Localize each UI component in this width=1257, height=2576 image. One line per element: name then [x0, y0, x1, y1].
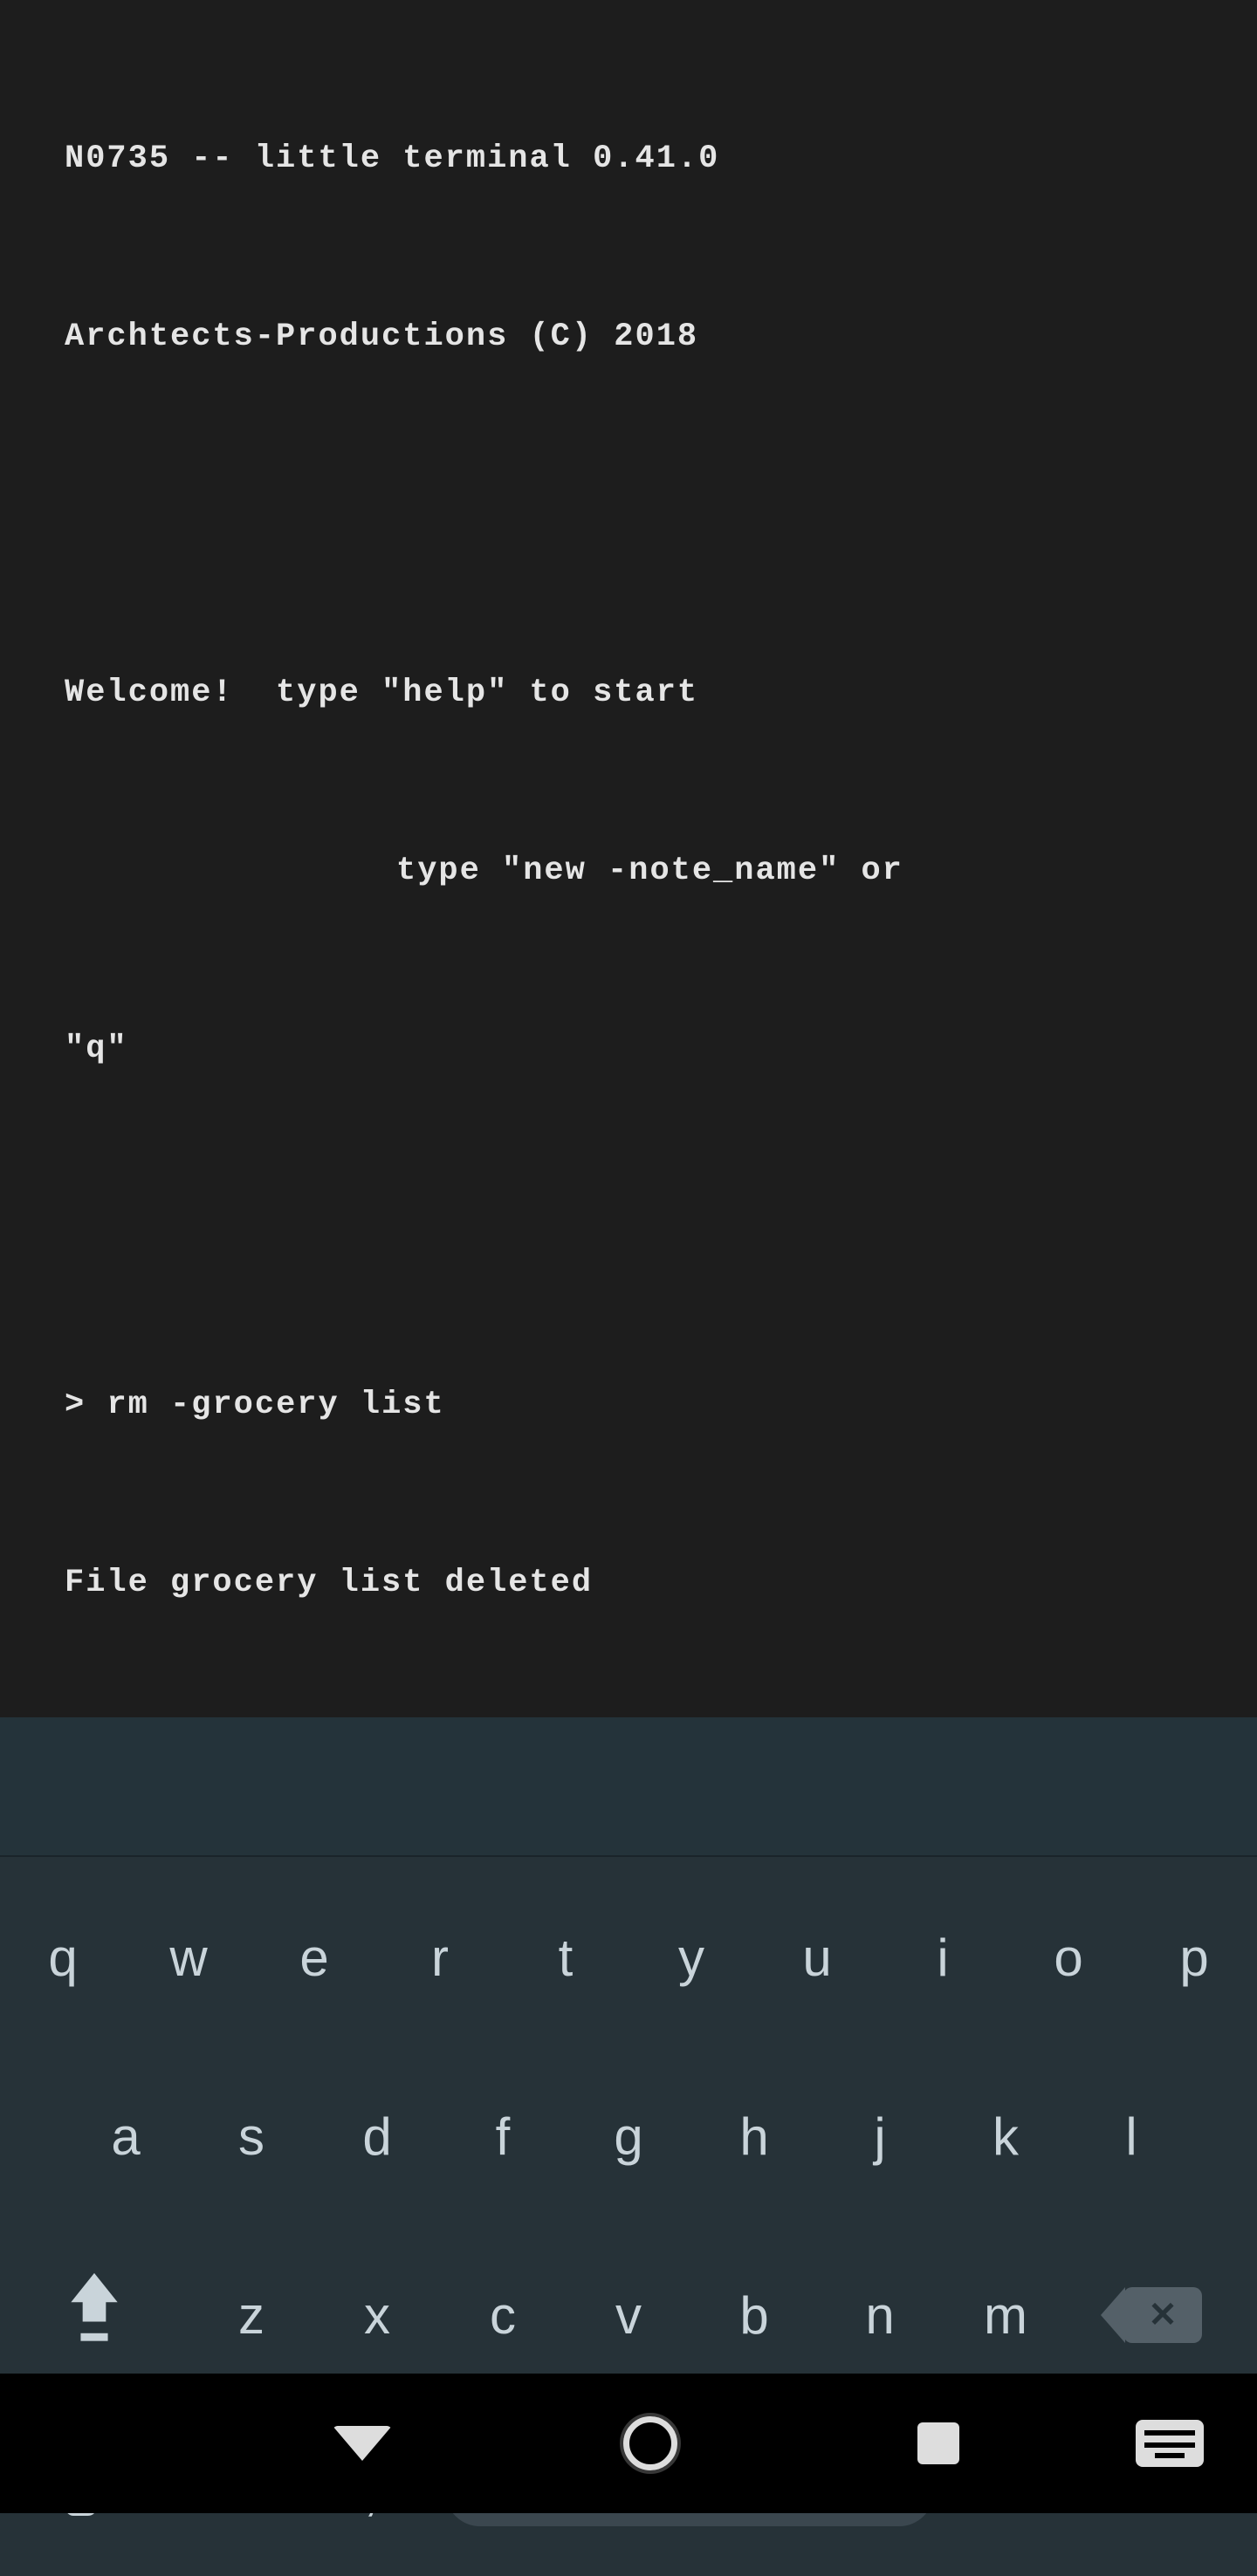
blank-line — [65, 1197, 1192, 1257]
key-p[interactable]: p — [1131, 1874, 1257, 2040]
key-j[interactable]: j — [817, 2053, 943, 2219]
nav-keyboard-switch-button[interactable] — [1082, 2420, 1257, 2467]
android-nav-bar — [0, 2374, 1257, 2513]
terminal-welcome-line-3: "q" — [0, 1019, 1192, 1079]
nav-home-button[interactable] — [506, 2416, 794, 2470]
terminal-header-line-1: N0735 -- little terminal 0.41.0 — [65, 129, 1192, 188]
key-a[interactable]: a — [63, 2053, 189, 2219]
key-q[interactable]: q — [0, 1874, 126, 2040]
key-d[interactable]: d — [314, 2053, 440, 2219]
terminal-welcome-line-2: type "new -note_name" or — [65, 841, 1192, 901]
terminal-welcome-line-1: Welcome! type "help" to start — [65, 663, 1192, 723]
blank-line — [65, 485, 1192, 545]
terminal-response-1: File grocery list deleted — [0, 1553, 1192, 1613]
shift-icon — [64, 2265, 125, 2365]
key-o[interactable]: o — [1006, 1874, 1131, 2040]
terminal-header-line-2: Archtects-Productions (C) 2018 — [65, 307, 1192, 367]
terminal-output[interactable]: N0735 -- little terminal 0.41.0 Archtect… — [0, 0, 1257, 1717]
key-i[interactable]: i — [880, 1874, 1006, 2040]
backspace-icon: ✕ — [1123, 2287, 1202, 2343]
keyboard-suggestion-strip[interactable] — [0, 1717, 1257, 1857]
key-u[interactable]: u — [754, 1874, 880, 2040]
key-h[interactable]: h — [691, 2053, 817, 2219]
keyboard-row-2: a s d f g h j k l — [0, 2053, 1257, 2219]
key-y[interactable]: y — [628, 1874, 754, 2040]
key-w[interactable]: w — [126, 1874, 251, 2040]
keyboard-icon — [1136, 2420, 1204, 2467]
nav-recents-button[interactable] — [794, 2422, 1082, 2464]
nav-back-button[interactable] — [218, 2426, 506, 2461]
key-t[interactable]: t — [503, 1874, 628, 2040]
key-k[interactable]: k — [943, 2053, 1068, 2219]
keyboard-row-1: q w e r t y u i o p — [0, 1874, 1257, 2040]
key-g[interactable]: g — [566, 2053, 691, 2219]
square-icon — [917, 2422, 959, 2464]
terminal-command-1: > rm -grocery list — [65, 1375, 1192, 1435]
triangle-down-icon — [333, 2426, 392, 2461]
key-e[interactable]: e — [251, 1874, 377, 2040]
key-s[interactable]: s — [189, 2053, 314, 2219]
key-r[interactable]: r — [377, 1874, 503, 2040]
key-l[interactable]: l — [1068, 2053, 1194, 2219]
circle-icon — [623, 2416, 677, 2470]
key-f[interactable]: f — [440, 2053, 566, 2219]
